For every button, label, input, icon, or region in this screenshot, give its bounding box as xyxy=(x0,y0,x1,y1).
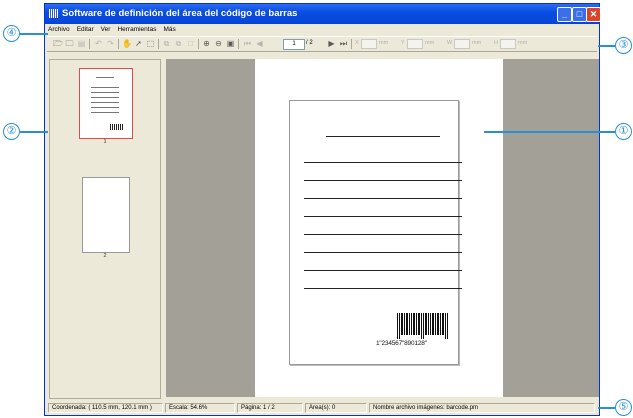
toolbar: 🗁 🗀 ▤ ↶ ↷ ✋ ➚ ⬚ ⧉ ⧉ □ ⊕ ⊖ ▣ ⏮ ◀ 1 / 2 ▶ … xyxy=(47,36,597,52)
page-text-line xyxy=(304,162,462,163)
thumb-line xyxy=(91,112,119,113)
thumb-line xyxy=(91,97,119,98)
maximize-button[interactable]: □ xyxy=(572,7,587,22)
h-label: H xyxy=(494,40,498,46)
callout-2-leader xyxy=(20,131,48,133)
page-title-line xyxy=(326,136,440,137)
toolbar-separator xyxy=(238,39,239,49)
status-image-file: Nombre archivo imágenes: barcode.pm xyxy=(369,403,595,413)
fit-page-icon[interactable]: ▣ xyxy=(226,39,235,48)
page-text-line xyxy=(304,270,462,271)
toolbar-separator xyxy=(198,39,199,49)
menu-ver[interactable]: Ver xyxy=(98,24,115,33)
thumbnail-pane: 1 2 xyxy=(49,59,161,399)
pointer-tool-icon[interactable]: ➚ xyxy=(134,39,143,48)
h-field[interactable] xyxy=(500,39,516,49)
callout-3-leader xyxy=(598,45,615,47)
open-file-icon[interactable]: 🗀 xyxy=(65,39,74,48)
callout-1-leader xyxy=(484,131,615,133)
thumbnail-number: 1 xyxy=(103,139,107,145)
minimize-button[interactable]: _ xyxy=(557,7,572,22)
first-page-icon[interactable]: ⏮ xyxy=(243,39,252,48)
menu-bar: Archivo Editar Ver Herramientas Más xyxy=(45,24,599,36)
callout-5: ⑤ xyxy=(615,399,632,416)
thumbnail-page-2[interactable] xyxy=(82,177,130,253)
x-field[interactable] xyxy=(361,39,377,49)
thumbnail-page-1[interactable] xyxy=(79,68,133,139)
title-bar[interactable]: Software de definición del área del códi… xyxy=(45,4,601,24)
y-field[interactable] xyxy=(407,39,423,49)
status-areas: Área(s): 0 xyxy=(305,403,367,413)
status-scale: Escala: 54.6% xyxy=(165,403,235,413)
copy-area-icon[interactable]: ⧉ xyxy=(162,39,171,48)
callout-4: ④ xyxy=(3,25,20,42)
status-page: Página: 1 / 2 xyxy=(237,403,303,413)
toolbar-separator xyxy=(118,39,119,49)
select-area-icon[interactable]: ⬚ xyxy=(146,39,155,48)
menu-herramientas[interactable]: Herramientas xyxy=(114,24,160,33)
x-label: X xyxy=(355,40,359,46)
barcode-number: 1"234567"890128" xyxy=(376,340,427,347)
app-icon xyxy=(49,9,58,18)
thumb-line xyxy=(91,87,119,88)
zoom-in-icon[interactable]: ⊕ xyxy=(202,39,211,48)
page-text-line xyxy=(304,252,462,253)
x-unit: mm xyxy=(379,40,389,46)
next-page-icon[interactable]: ▶ xyxy=(327,39,336,48)
page-total: / 2 xyxy=(306,40,313,46)
thumb-line xyxy=(91,107,119,108)
callout-3: ③ xyxy=(615,37,632,54)
menu-archivo[interactable]: Archivo xyxy=(45,24,74,33)
y-label: Y xyxy=(401,40,405,46)
redo-icon[interactable]: ↷ xyxy=(106,39,115,48)
page-text-line xyxy=(304,288,462,289)
thumb-line xyxy=(91,102,119,103)
document-view[interactable]: 1"234567"890128" xyxy=(166,59,505,397)
app-window: Software de definición del área del códi… xyxy=(44,3,601,416)
callout-2: ② xyxy=(3,123,20,140)
toolbar-separator xyxy=(158,39,159,49)
document-page[interactable]: 1"234567"890128" xyxy=(289,100,462,365)
page-number-input[interactable]: 1 xyxy=(283,39,305,50)
callout-1: ① xyxy=(615,123,632,140)
menu-mas[interactable]: Más xyxy=(160,24,179,33)
open-folder-icon[interactable]: 🗁 xyxy=(53,39,63,48)
thumb-line xyxy=(96,77,114,78)
thumb-line xyxy=(91,92,119,93)
save-icon[interactable]: ▤ xyxy=(77,39,86,48)
w-field[interactable] xyxy=(454,39,470,49)
toolbar-separator xyxy=(351,39,352,49)
page-text-line xyxy=(304,198,462,199)
w-unit: mm xyxy=(472,40,482,46)
undo-icon[interactable]: ↶ xyxy=(94,39,103,48)
thumb-barcode xyxy=(110,124,124,130)
last-page-icon[interactable]: ⏭ xyxy=(339,39,348,48)
hand-tool-icon[interactable]: ✋ xyxy=(122,39,132,48)
callout-5-leader xyxy=(598,407,615,409)
paste-area-icon[interactable]: ⧉ xyxy=(174,39,183,48)
delete-area-icon[interactable]: □ xyxy=(186,39,195,48)
prev-page-icon[interactable]: ◀ xyxy=(255,39,264,48)
status-bar: Coordenada: ( 110.5 mm, 120.1 mm ) Escal… xyxy=(45,401,599,415)
zoom-out-icon[interactable]: ⊖ xyxy=(214,39,223,48)
h-unit: mm xyxy=(518,40,528,46)
toolbar-separator xyxy=(89,39,90,49)
y-unit: mm xyxy=(425,40,435,46)
thumbnail-number: 2 xyxy=(103,253,107,259)
page-text-line xyxy=(304,216,462,217)
document-view-margin xyxy=(505,59,599,397)
page-text-line xyxy=(304,234,462,235)
window-title: Software de definición del área del códi… xyxy=(62,8,298,19)
barcode-image xyxy=(397,313,448,339)
callout-4-leader xyxy=(20,33,48,35)
menu-editar[interactable]: Editar xyxy=(74,24,98,33)
close-button[interactable]: ✕ xyxy=(586,7,601,22)
w-label: W xyxy=(447,40,453,46)
page-text-line xyxy=(304,180,462,181)
status-coordinates: Coordenada: ( 110.5 mm, 120.1 mm ) xyxy=(48,403,163,413)
